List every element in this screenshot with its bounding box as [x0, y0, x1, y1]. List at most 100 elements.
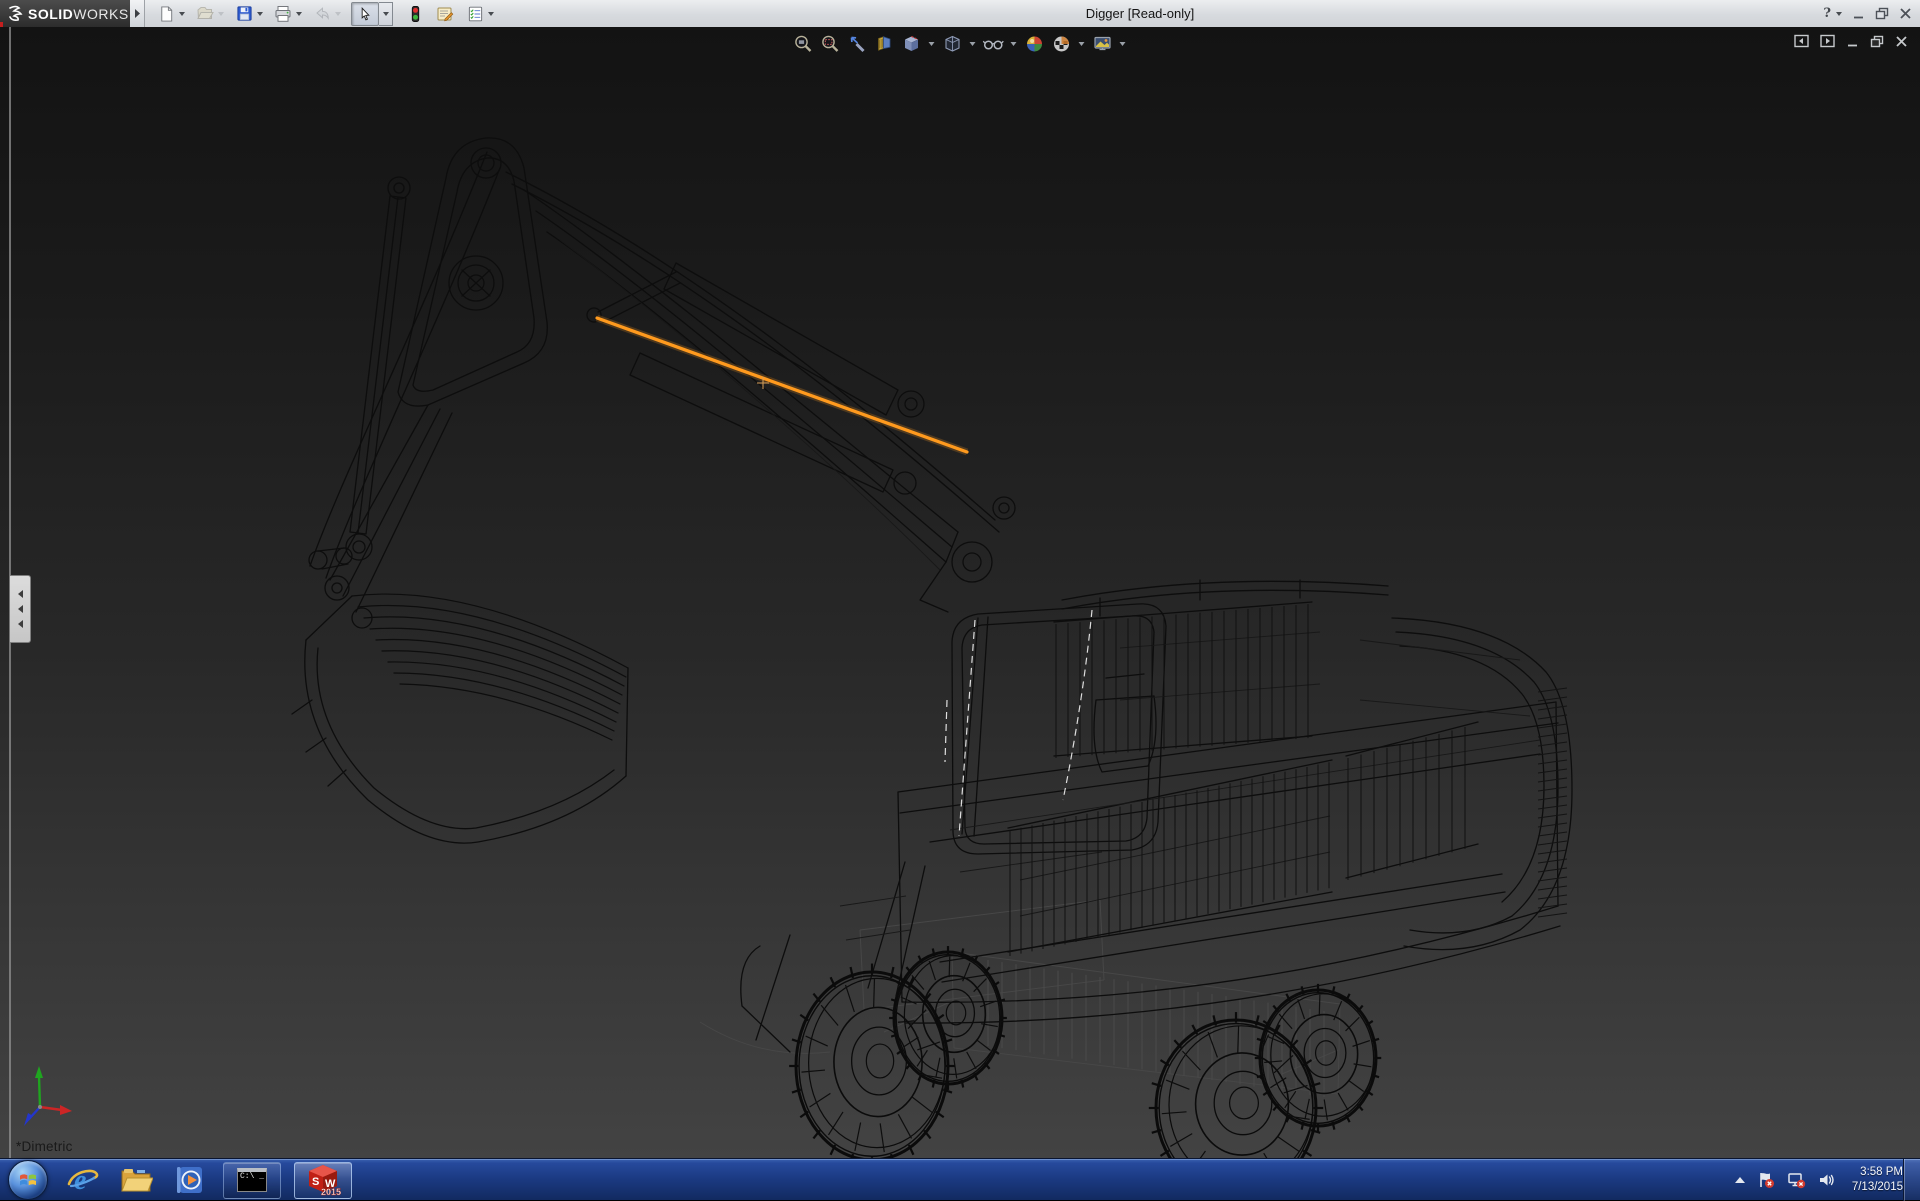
display-style-caret[interactable]	[970, 42, 976, 46]
graphics-viewport[interactable]: *Dimetric	[0, 27, 1920, 1158]
doc-close-icon	[1895, 35, 1908, 48]
new-document-button[interactable]	[156, 3, 176, 25]
display-style-button[interactable]	[942, 33, 964, 55]
view-orientation-label: *Dimetric	[16, 1139, 73, 1154]
restore-button[interactable]	[1875, 7, 1889, 20]
select-dropdown-caret[interactable]	[379, 2, 393, 26]
svg-text:2015: 2015	[321, 1187, 341, 1196]
traffic-light-icon	[410, 5, 421, 23]
print-button[interactable]	[273, 3, 293, 25]
network-error-icon	[1787, 1171, 1806, 1189]
traffic-light-button[interactable]	[405, 3, 425, 25]
open-dropdown-caret[interactable]	[218, 12, 224, 16]
doc-minimize-icon	[1846, 35, 1859, 48]
comment-note-icon	[436, 5, 454, 23]
document-window-controls	[1794, 34, 1908, 48]
minimize-button[interactable]	[1852, 7, 1865, 20]
windows-flag-icon	[18, 1171, 38, 1189]
view-orientation-caret[interactable]	[929, 42, 935, 46]
design-checklist-group	[465, 3, 494, 25]
traffic-light-group	[405, 3, 425, 25]
network-status-button[interactable]	[1787, 1171, 1806, 1189]
expand-arrow-icon	[134, 9, 140, 18]
hide-show-items-caret[interactable]	[1011, 42, 1017, 46]
save-floppy-icon	[236, 5, 253, 22]
start-button[interactable]	[8, 1160, 48, 1200]
checklist-icon	[467, 5, 484, 23]
internet-explorer-icon: e	[65, 1164, 99, 1196]
zoom-to-fit-icon	[794, 34, 814, 54]
solidworks-taskbar-button[interactable]: S W 2015	[294, 1162, 352, 1199]
window-controls: ?	[1823, 0, 1912, 27]
media-player-icon	[174, 1164, 206, 1196]
zoom-to-area-button[interactable]	[820, 33, 842, 55]
checklist-dropdown-caret[interactable]	[488, 12, 494, 16]
internet-explorer-button[interactable]: e	[62, 1160, 102, 1200]
undo-dropdown-caret[interactable]	[335, 12, 341, 16]
file-explorer-button[interactable]	[116, 1160, 156, 1200]
previous-view-button[interactable]	[847, 33, 869, 55]
save-dropdown-caret[interactable]	[257, 12, 263, 16]
taskbar-clock[interactable]: 3:58 PM 7/13/2015	[1848, 1165, 1903, 1195]
apply-scene-caret[interactable]	[1079, 42, 1085, 46]
pane-left-icon	[1794, 34, 1809, 48]
toolbar-expand-button[interactable]	[130, 0, 145, 27]
close-button[interactable]	[1899, 7, 1912, 20]
hide-show-items-button[interactable]	[983, 33, 1005, 55]
apply-scene-icon	[1052, 34, 1072, 54]
undo-group	[312, 3, 341, 25]
doc-close-button[interactable]	[1895, 35, 1908, 48]
tab-arrow-icon	[18, 605, 23, 613]
feature-manager-collapsed-tab[interactable]	[10, 575, 31, 643]
design-checklist-button[interactable]	[465, 3, 485, 25]
solidworks-3ds-icon	[6, 5, 28, 23]
solidworks-app-icon: S W 2015	[305, 1164, 341, 1196]
title-bar: SOLIDWORKS	[0, 0, 1920, 28]
new-dropdown-caret[interactable]	[179, 12, 185, 16]
section-view-button[interactable]	[874, 33, 896, 55]
command-prompt-icon: C:\ _	[237, 1168, 267, 1192]
show-desktop-button[interactable]	[1903, 1159, 1920, 1201]
view-orientation-button[interactable]	[901, 33, 923, 55]
zoom-to-fit-button[interactable]	[793, 33, 815, 55]
selected-edge-glow	[597, 318, 967, 452]
save-button[interactable]	[234, 3, 254, 25]
speaker-icon	[1818, 1171, 1836, 1189]
volume-button[interactable]	[1818, 1171, 1836, 1189]
section-view-icon	[875, 34, 895, 54]
help-dropdown-caret	[1836, 12, 1842, 16]
media-player-button[interactable]	[170, 1160, 210, 1200]
comment-button[interactable]	[435, 3, 455, 25]
restore-icon	[1875, 7, 1889, 20]
doc-minimize-button[interactable]	[1846, 35, 1859, 48]
new-document-icon	[158, 5, 175, 23]
doc-restore-button[interactable]	[1870, 35, 1884, 48]
expand-right-pane-button[interactable]	[1820, 34, 1835, 48]
collapse-left-pane-button[interactable]	[1794, 34, 1809, 48]
headsup-view-toolbar	[793, 33, 1128, 55]
tray-expand-button[interactable]	[1735, 1177, 1745, 1183]
open-button[interactable]	[195, 3, 215, 25]
selected-edge[interactable]	[597, 318, 967, 452]
help-button[interactable]: ?	[1823, 6, 1842, 21]
folder-icon	[119, 1165, 153, 1195]
open-folder-icon	[196, 5, 214, 23]
print-dropdown-caret[interactable]	[296, 12, 302, 16]
apply-scene-button[interactable]	[1051, 33, 1073, 55]
action-center-button[interactable]	[1757, 1171, 1775, 1189]
close-icon	[1899, 7, 1912, 20]
view-settings-button[interactable]	[1092, 33, 1114, 55]
svg-text:e: e	[74, 1165, 86, 1196]
command-prompt-button[interactable]: C:\ _	[223, 1162, 281, 1199]
edit-appearance-button[interactable]	[1024, 33, 1046, 55]
undo-arrow-icon	[313, 5, 331, 23]
open-group	[195, 3, 224, 25]
select-tool-button[interactable]	[351, 2, 379, 26]
view-orientation-icon	[902, 34, 922, 54]
cursor-crosshair	[757, 377, 769, 389]
orientation-triad	[24, 1066, 72, 1126]
view-settings-caret[interactable]	[1120, 42, 1126, 46]
flag-alert-icon	[1757, 1171, 1775, 1189]
undo-button[interactable]	[312, 3, 332, 25]
solidworks-logo: SOLIDWORKS	[0, 0, 130, 27]
